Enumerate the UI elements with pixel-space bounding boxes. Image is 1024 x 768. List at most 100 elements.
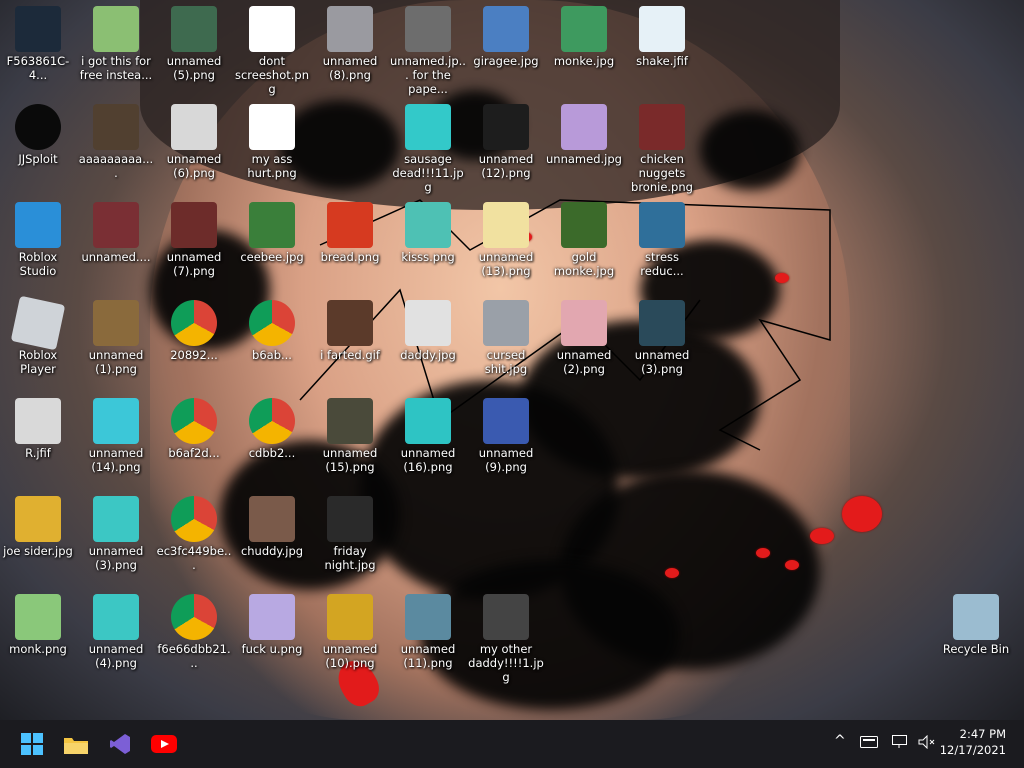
visual-studio-button[interactable] xyxy=(104,728,136,760)
desktop-icon[interactable]: my other daddy!!!!1.jpg xyxy=(468,594,544,684)
desktop-icon[interactable]: stress reduc... xyxy=(624,202,700,278)
file-thumbnail xyxy=(171,202,217,248)
volume-muted-icon[interactable] xyxy=(918,734,936,753)
icon-label: unnamed.jpg xyxy=(546,152,622,166)
desktop-icon[interactable]: bread.png xyxy=(312,202,388,264)
file-thumbnail xyxy=(249,6,295,52)
desktop-icon[interactable]: f6e66dbb21... xyxy=(156,594,232,670)
desktop-icon[interactable]: JJSploit xyxy=(0,104,76,166)
icon-label: kisss.png xyxy=(401,250,455,264)
icon-label: unnamed.jp... for the pape... xyxy=(390,54,466,96)
desktop-icon[interactable]: unnamed (13).png xyxy=(468,202,544,278)
icon-label: unnamed (16).png xyxy=(400,446,456,474)
desktop-icon[interactable]: unnamed (15).png xyxy=(312,398,388,474)
desktop-icon[interactable]: unnamed.jpg xyxy=(546,104,622,166)
desktop-icon[interactable]: cursed shit.jpg xyxy=(468,300,544,376)
show-hidden-icons-chevron-up-icon[interactable]: ^ xyxy=(834,733,846,749)
icon-label: 20892... xyxy=(170,348,218,362)
desktop-icon[interactable]: shake.jfif xyxy=(624,6,700,68)
file-thumbnail xyxy=(639,300,685,346)
desktop-icon[interactable]: b6af2d... xyxy=(156,398,232,460)
desktop-icon[interactable]: ceebee.jpg xyxy=(234,202,310,264)
desktop-icon[interactable]: unnamed (16).png xyxy=(390,398,466,474)
chrome-icon xyxy=(249,300,295,346)
file-thumbnail xyxy=(15,594,61,640)
desktop-icon[interactable]: unnamed (9).png xyxy=(468,398,544,474)
icon-label: daddy.jpg xyxy=(400,348,456,362)
file-thumbnail xyxy=(15,104,61,150)
desktop-icon[interactable]: kisss.png xyxy=(390,202,466,264)
desktop-icon[interactable]: unnamed (1).png xyxy=(78,300,154,376)
desktop-icon[interactable]: unnamed.jp... for the pape... xyxy=(390,6,466,96)
icon-label: dont screeshot.png xyxy=(234,54,309,96)
desktop-icon[interactable]: unnamed (4).png xyxy=(78,594,154,670)
file-thumbnail xyxy=(249,104,295,150)
desktop-icon[interactable]: unnamed (8).png xyxy=(312,6,388,82)
file-thumbnail xyxy=(561,202,607,248)
time: 2:47 PM xyxy=(959,727,1006,741)
desktop-icon[interactable]: Roblox Studio xyxy=(0,202,76,278)
file-thumbnail xyxy=(93,6,139,52)
desktop-icon[interactable]: unnamed (6).png xyxy=(156,104,232,180)
recycle-bin[interactable]: Recycle Bin xyxy=(938,594,1014,656)
desktop-icon[interactable]: aaaaaaaaa.... xyxy=(78,104,154,180)
icon-label: aaaaaaaaa.... xyxy=(78,152,154,180)
desktop-icon[interactable]: Roblox Player xyxy=(0,295,76,376)
desktop-icon[interactable]: friday night.jpg xyxy=(312,496,388,572)
network-icon[interactable] xyxy=(892,735,910,753)
desktop-icon[interactable]: unnamed (11).png xyxy=(390,594,466,670)
youtube-button[interactable] xyxy=(148,728,180,760)
file-thumbnail xyxy=(405,104,451,150)
desktop-icon[interactable]: daddy.jpg xyxy=(390,300,466,362)
desktop-icon[interactable]: R.jfif xyxy=(0,398,76,460)
icon-label: unnamed (12).png xyxy=(478,152,534,180)
desktop-icon[interactable]: my ass hurt.png xyxy=(234,104,310,180)
desktop-icon[interactable]: dont screeshot.png xyxy=(234,6,310,96)
desktop-icon[interactable]: monke.jpg xyxy=(546,6,622,68)
desktop-icon[interactable]: unnamed.... xyxy=(78,202,154,264)
file-thumbnail xyxy=(249,594,295,640)
desktop-icon[interactable]: b6ab... xyxy=(234,300,310,362)
desktop-icon[interactable]: unnamed (12).png xyxy=(468,104,544,180)
file-explorer-button[interactable] xyxy=(60,728,92,760)
desktop-icon[interactable]: unnamed (14).png xyxy=(78,398,154,474)
desktop-icon[interactable]: ec3fc449be... xyxy=(156,496,232,572)
desktop-icon[interactable]: unnamed (10).png xyxy=(312,594,388,670)
keyboard-icon[interactable] xyxy=(860,736,878,752)
desktop-icon[interactable]: unnamed (5).png xyxy=(156,6,232,82)
desktop-icon[interactable]: 20892... xyxy=(156,300,232,362)
desktop-icon[interactable]: i farted.gif xyxy=(312,300,388,362)
desktop-icon[interactable]: giragee.jpg xyxy=(468,6,544,68)
icon-label: unnamed (9).png xyxy=(478,446,534,474)
file-thumbnail xyxy=(93,104,139,150)
desktop-icon[interactable]: i got this for free instea... xyxy=(78,6,154,82)
desktop-icon[interactable]: unnamed (3).png xyxy=(78,496,154,572)
icon-label: i farted.gif xyxy=(320,348,380,362)
file-thumbnail xyxy=(327,300,373,346)
desktop-icon[interactable]: cdbb2... xyxy=(234,398,310,460)
start-button[interactable] xyxy=(16,728,48,760)
icon-label: i got this for free instea... xyxy=(79,54,153,82)
desktop-icon[interactable]: F563861C-4... xyxy=(0,6,76,82)
chrome-icon xyxy=(249,398,295,444)
folder-icon xyxy=(64,738,88,754)
desktop-icon[interactable]: monk.png xyxy=(0,594,76,656)
file-thumbnail xyxy=(93,202,139,248)
icon-label: gold monke.jpg xyxy=(553,250,615,278)
desktop-icon[interactable]: chuddy.jpg xyxy=(234,496,310,558)
desktop-icon[interactable]: sausage dead!!!11.jpg xyxy=(390,104,466,194)
desktop-icon[interactable]: chicken nuggets bronie.png xyxy=(624,104,700,194)
icon-label: chicken nuggets bronie.png xyxy=(631,152,693,194)
clock[interactable]: 2:47 PM 12/17/2021 xyxy=(940,726,1006,758)
icon-label: cdbb2... xyxy=(248,446,296,460)
desktop-icon[interactable]: joe sider.jpg xyxy=(0,496,76,558)
desktop-icon[interactable]: unnamed (3).png xyxy=(624,300,700,376)
desktop-icon[interactable]: fuck u.png xyxy=(234,594,310,656)
desktop-icon[interactable]: gold monke.jpg xyxy=(546,202,622,278)
file-thumbnail xyxy=(405,6,451,52)
icon-label: giragee.jpg xyxy=(473,54,539,68)
file-thumbnail xyxy=(249,202,295,248)
desktop-icon[interactable]: unnamed (7).png xyxy=(156,202,232,278)
chrome-icon xyxy=(171,300,217,346)
desktop-icon[interactable]: unnamed (2).png xyxy=(546,300,622,376)
